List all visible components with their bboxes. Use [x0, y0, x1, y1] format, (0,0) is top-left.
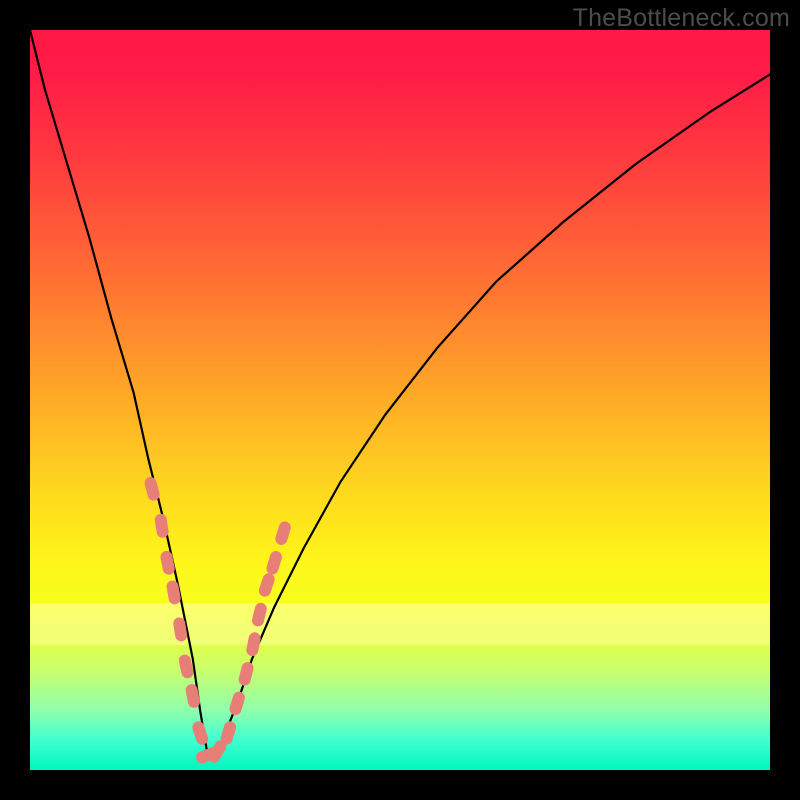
- watermark-text: TheBottleneck.com: [573, 4, 790, 33]
- curve-marker: [265, 550, 283, 576]
- curve-marker: [219, 720, 237, 746]
- chart-frame: TheBottleneck.com: [0, 0, 800, 800]
- curve-marker: [237, 661, 254, 687]
- curve-layer: [30, 30, 770, 770]
- marker-group: [143, 476, 292, 765]
- curve-marker: [185, 683, 201, 709]
- curve-marker: [191, 720, 210, 747]
- curve-marker: [166, 580, 182, 606]
- curve-marker: [228, 690, 246, 716]
- curve-marker: [251, 602, 268, 628]
- curve-marker: [257, 572, 276, 599]
- curve-marker: [274, 520, 292, 546]
- curve-marker: [154, 513, 170, 539]
- curve-marker: [143, 476, 161, 502]
- bottleneck-curve: [30, 30, 770, 755]
- curve-marker: [159, 550, 175, 576]
- curve-marker: [245, 631, 261, 657]
